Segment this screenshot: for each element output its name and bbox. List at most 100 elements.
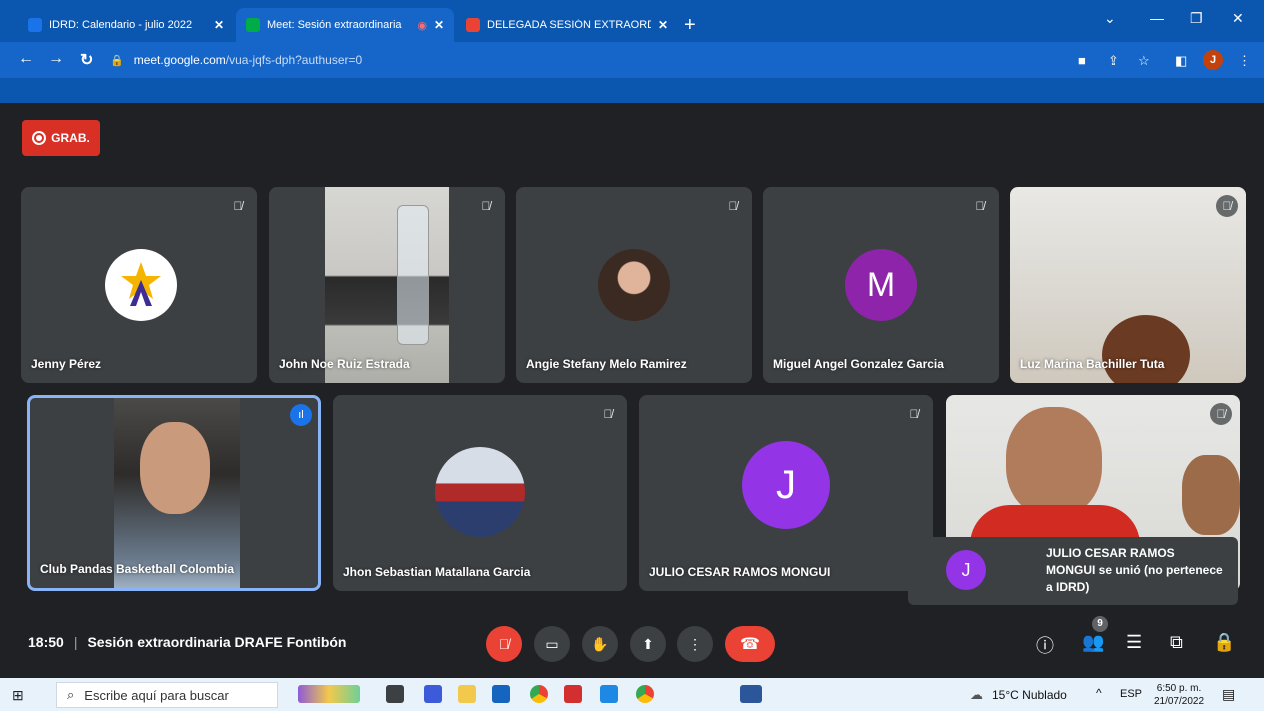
present-button[interactable]: ⬆	[630, 626, 666, 662]
phone-hangup-icon: ☎	[740, 636, 760, 653]
participant-name: Miguel Angel Gonzalez Garcia	[773, 357, 944, 371]
mic-off-icon: 🎙̸	[498, 636, 510, 652]
close-icon[interactable]: ✕	[658, 18, 668, 32]
tab-title: DELEGADA SESIÓN EXTRAORDIN	[487, 19, 651, 31]
search-placeholder: Escribe aquí para buscar	[84, 687, 229, 703]
record-icon	[32, 131, 47, 145]
meeting-time: 18:50	[28, 634, 64, 650]
camera-indicator-icon[interactable]: ■	[1078, 53, 1086, 68]
back-icon[interactable]: ←	[18, 50, 34, 68]
word-icon[interactable]	[740, 685, 762, 703]
avatar	[105, 249, 177, 321]
restore-icon[interactable]: ❐	[1190, 10, 1203, 27]
people-icon[interactable]: 👥	[1082, 632, 1104, 653]
cloud-icon: ☁	[970, 687, 983, 702]
activities-icon[interactable]: ⧉	[1170, 632, 1183, 653]
notification-message: JULIO CESAR RAMOS MONGUI se unió (no per…	[1046, 546, 1223, 594]
more-vert-icon: ⋮	[688, 635, 702, 652]
recording-label: GRAB.	[51, 131, 90, 145]
notification-icon[interactable]: ▤	[1222, 686, 1235, 703]
camera-toggle-button[interactable]: ▭	[534, 626, 570, 662]
participant-name: Luz Marina Bachiller Tuta	[1020, 357, 1165, 371]
gmail-favicon-icon	[466, 18, 480, 32]
participant-tile[interactable]: 🎙̸ Jenny Pérez	[21, 187, 257, 383]
url-host: meet.google.com	[133, 53, 226, 67]
close-icon[interactable]: ✕	[214, 18, 224, 32]
menu-icon[interactable]: ⋮	[1238, 53, 1251, 69]
weather-text[interactable]: 15°C Nublado	[992, 688, 1067, 702]
mic-toggle-button[interactable]: 🎙̸	[486, 626, 522, 662]
host-controls-icon[interactable]: 🔒	[1213, 632, 1235, 653]
club-logo-icon	[121, 262, 161, 306]
window-close-icon[interactable]: ✕	[1232, 10, 1244, 27]
browser-toolbar: ← → ↻ 🔒 meet.google.com/vua-jqfs-dph?aut…	[0, 42, 1264, 78]
mic-off-icon: 🎙̸	[1210, 403, 1232, 425]
face-image	[140, 422, 210, 514]
bookmark-star-icon[interactable]: ☆	[1138, 53, 1150, 69]
participant-tile[interactable]: 🎙̸ M Miguel Angel Gonzalez Garcia	[763, 187, 999, 383]
profile-avatar[interactable]: J	[1203, 50, 1223, 70]
tab-title: IDRD: Calendario - julio 2022	[49, 19, 193, 31]
bottle-image	[397, 205, 429, 345]
participant-name: Club Pandas Basketball Colombia	[40, 562, 235, 576]
windows-taskbar: ⊞ ⌕ Escribe aquí para buscar ☁ 15°C Nubl…	[0, 678, 1264, 711]
address-bar[interactable]: 🔒 meet.google.com/vua-jqfs-dph?authuser=…	[110, 47, 1070, 73]
new-tab-button[interactable]: +	[684, 14, 696, 37]
search-icon: ⌕	[67, 687, 75, 702]
language-indicator[interactable]: ESP	[1120, 688, 1142, 700]
participant-name: Angie Stefany Melo Ramirez	[526, 357, 687, 371]
tab-title: Meet: Sesión extraordinaria	[267, 19, 402, 31]
tab-calendar[interactable]: IDRD: Calendario - julio 2022 ✕	[18, 8, 234, 42]
divider: |	[73, 634, 78, 650]
meeting-control-bar: 18:50 | Sesión extraordinaria DRAFE Font…	[0, 612, 1264, 678]
participant-tile[interactable]: 🎙̸ Angie Stefany Melo Ramirez	[516, 187, 752, 383]
participant-tile[interactable]: 🎙̸ J JULIO CESAR RAMOS MONGUI	[639, 395, 933, 591]
browser-tab-bar: IDRD: Calendario - julio 2022 ✕ Meet: Se…	[0, 0, 1264, 42]
close-icon[interactable]: ✕	[434, 18, 444, 32]
minimize-icon[interactable]: —	[1150, 10, 1164, 26]
share-icon[interactable]: ⇪	[1108, 53, 1119, 69]
info-icon[interactable]: ⓘ	[1036, 632, 1054, 658]
file-explorer-icon[interactable]	[458, 685, 476, 703]
acrobat-icon[interactable]	[564, 685, 582, 703]
windows-start-icon[interactable]: ⊞	[12, 687, 24, 704]
mic-off-icon: 🎙̸	[728, 199, 738, 213]
chevron-up-icon[interactable]: ^	[1096, 686, 1102, 700]
video-feed	[1102, 315, 1190, 383]
more-options-button[interactable]: ⋮	[677, 626, 713, 662]
taskbar-search[interactable]: ⌕ Escribe aquí para buscar	[56, 682, 278, 708]
tab-search-icon[interactable]: ⌄	[1104, 10, 1116, 27]
calendar-favicon-icon	[28, 18, 42, 32]
meet-top-bar	[0, 78, 1264, 103]
reload-icon[interactable]: ↻	[80, 50, 93, 70]
app-icon[interactable]	[424, 685, 442, 703]
task-view-icon[interactable]	[386, 685, 404, 703]
mic-off-icon: 🎙̸	[233, 199, 243, 213]
hand-icon: ✋	[591, 635, 609, 652]
app-icon[interactable]	[600, 685, 618, 703]
forward-icon[interactable]: →	[48, 50, 64, 68]
leave-call-button[interactable]: ☎	[725, 626, 775, 662]
mic-off-icon: 🎙̸	[1216, 195, 1238, 217]
raise-hand-button[interactable]: ✋	[582, 626, 618, 662]
chat-icon[interactable]: ☰	[1126, 632, 1142, 653]
recording-badge: GRAB.	[22, 120, 100, 156]
store-icon[interactable]	[492, 685, 510, 703]
video-feed	[114, 398, 240, 588]
chrome-icon[interactable]	[530, 685, 548, 703]
tab-meet[interactable]: Meet: Sesión extraordinaria ◉ ✕	[236, 8, 454, 42]
mic-off-icon: 🎙̸	[603, 407, 613, 421]
chrome-profile-icon[interactable]	[636, 685, 654, 703]
participant-count-badge: 9	[1092, 616, 1108, 632]
tab-gmail[interactable]: DELEGADA SESIÓN EXTRAORDIN ✕	[456, 8, 678, 42]
avatar: M	[845, 249, 917, 321]
participant-tile[interactable]: 🎙̸ John Noe Ruiz Estrada	[269, 187, 505, 383]
side-panel-icon[interactable]: ◧	[1175, 53, 1187, 69]
participant-tile[interactable]: 🎙̸ Jhon Sebastian Matallana Garcia	[333, 395, 627, 591]
taskbar-clock[interactable]: 6:50 p. m. 21/07/2022	[1148, 682, 1210, 708]
participant-tile-speaking[interactable]: ıl Club Pandas Basketball Colombia	[27, 395, 321, 591]
weather-widget-icon[interactable]	[298, 685, 360, 703]
participant-tile[interactable]: 🎙̸ Luz Marina Bachiller Tuta	[1010, 187, 1246, 383]
clock-time: 6:50 p. m.	[1156, 683, 1202, 694]
video-feed	[325, 187, 449, 383]
